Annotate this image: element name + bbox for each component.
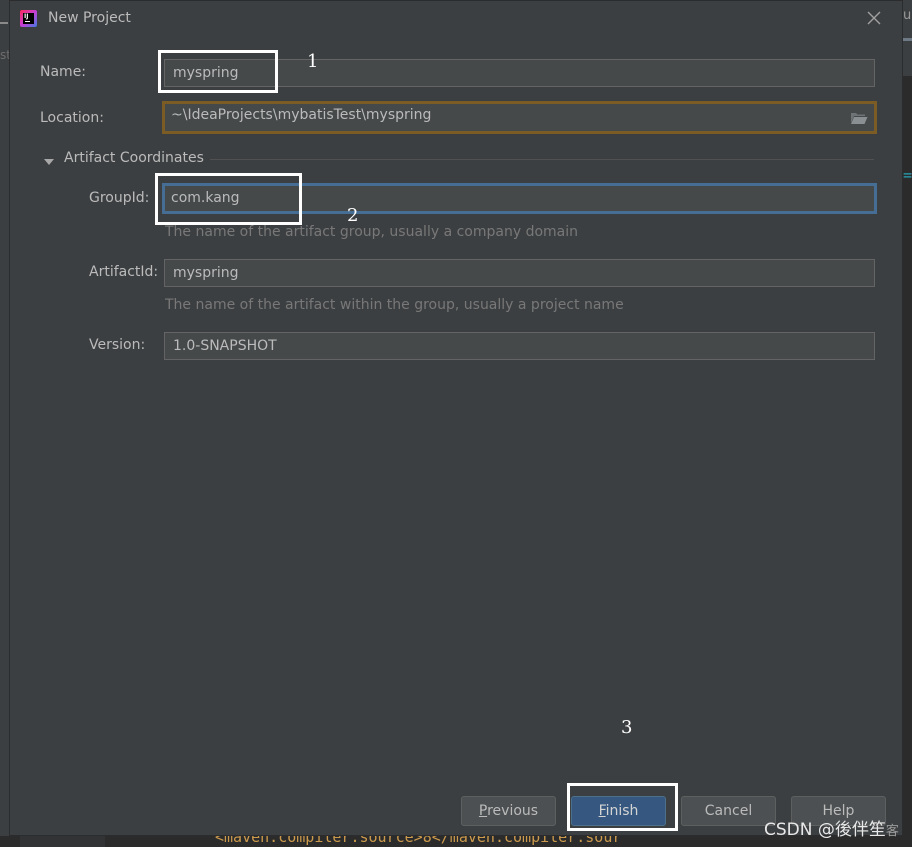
group-id-hint: The name of the artifact group, usually … <box>165 224 578 240</box>
finish-label: inish <box>605 803 639 819</box>
annotation-number-3: 3 <box>621 717 633 738</box>
dialog-title: New Project <box>48 10 131 26</box>
triangle-down-icon <box>44 159 54 165</box>
cancel-button[interactable]: Cancel <box>681 796 776 826</box>
annotation-number-2: 2 <box>347 205 359 226</box>
watermark-text: CSDN @後伴笙 <box>764 820 886 840</box>
artifact-id-label: ArtifactId: <box>89 264 159 280</box>
artifact-id-hint: The name of the artifact within the grou… <box>165 297 624 313</box>
ide-background-divider <box>0 22 8 24</box>
name-label: Name: <box>40 64 87 80</box>
close-button[interactable] <box>864 8 884 28</box>
section-divider <box>210 159 874 160</box>
version-label: Version: <box>89 337 146 353</box>
annotation-number-1: 1 <box>307 51 319 72</box>
title-bar[interactable]: IJ New Project <box>10 1 902 37</box>
location-label: Location: <box>40 110 104 126</box>
previous-button[interactable]: Previous <box>461 796 556 826</box>
ide-background-right <box>903 0 912 847</box>
artifact-coordinates-title[interactable]: Artifact Coordinates <box>64 150 204 166</box>
browse-folder-button[interactable] <box>850 110 868 124</box>
ide-background-tab-underline <box>903 38 912 41</box>
ide-background-gutter <box>20 836 105 847</box>
location-value: ~\IdeaProjects\mybatisTest\myspring <box>171 107 432 123</box>
ide-background-code: =p <box>903 166 912 184</box>
name-input[interactable]: myspring <box>164 59 875 87</box>
location-input[interactable]: ~\IdeaProjects\mybatisTest\myspring <box>162 101 877 134</box>
watermark-suffix: 客 <box>885 824 899 839</box>
intellij-idea-icon: IJ <box>20 10 37 27</box>
artifact-coordinates-toggle[interactable] <box>43 153 55 165</box>
version-input[interactable]: 1.0-SNAPSHOT <box>164 332 875 360</box>
previous-label: revious <box>487 803 539 819</box>
finish-button[interactable]: Finish <box>571 796 666 826</box>
folder-open-icon <box>851 113 868 124</box>
finish-mnemonic: F <box>598 803 606 819</box>
previous-mnemonic: P <box>478 803 488 819</box>
artifact-id-input[interactable]: myspring <box>164 259 875 287</box>
group-id-input[interactable]: com.kang <box>162 183 877 214</box>
ide-background-tab[interactable]: u <box>903 8 911 23</box>
csdn-watermark: CSDN @後伴笙客 <box>764 815 899 840</box>
group-id-label: GroupId: <box>89 190 150 206</box>
new-project-dialog: IJ New Project Name: myspring Location: … <box>9 0 903 836</box>
close-icon <box>867 11 881 25</box>
